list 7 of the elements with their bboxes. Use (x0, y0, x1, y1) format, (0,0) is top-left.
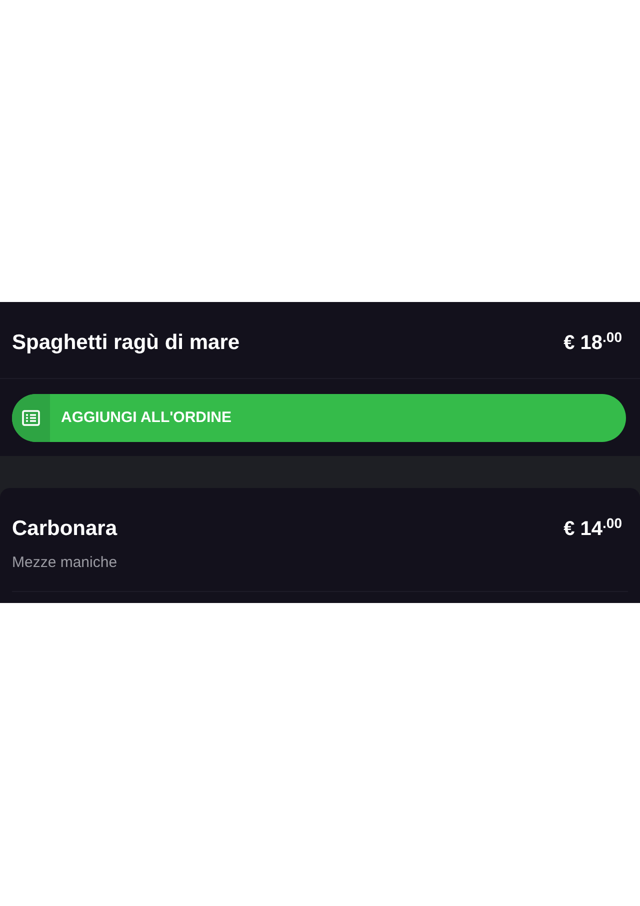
add-to-order-button[interactable]: AGGIUNGI ALL'ORDINE (12, 394, 626, 442)
dish-name: Spaghetti ragù di mare (12, 330, 240, 356)
dish-description: Mezze maniche (12, 553, 118, 573)
dish-name: Carbonara (12, 516, 118, 542)
dish-price: € 14$^{.00}$ (564, 514, 623, 542)
dish-price: € 18$^{.00}$ (564, 328, 623, 356)
list-icon (22, 410, 40, 426)
